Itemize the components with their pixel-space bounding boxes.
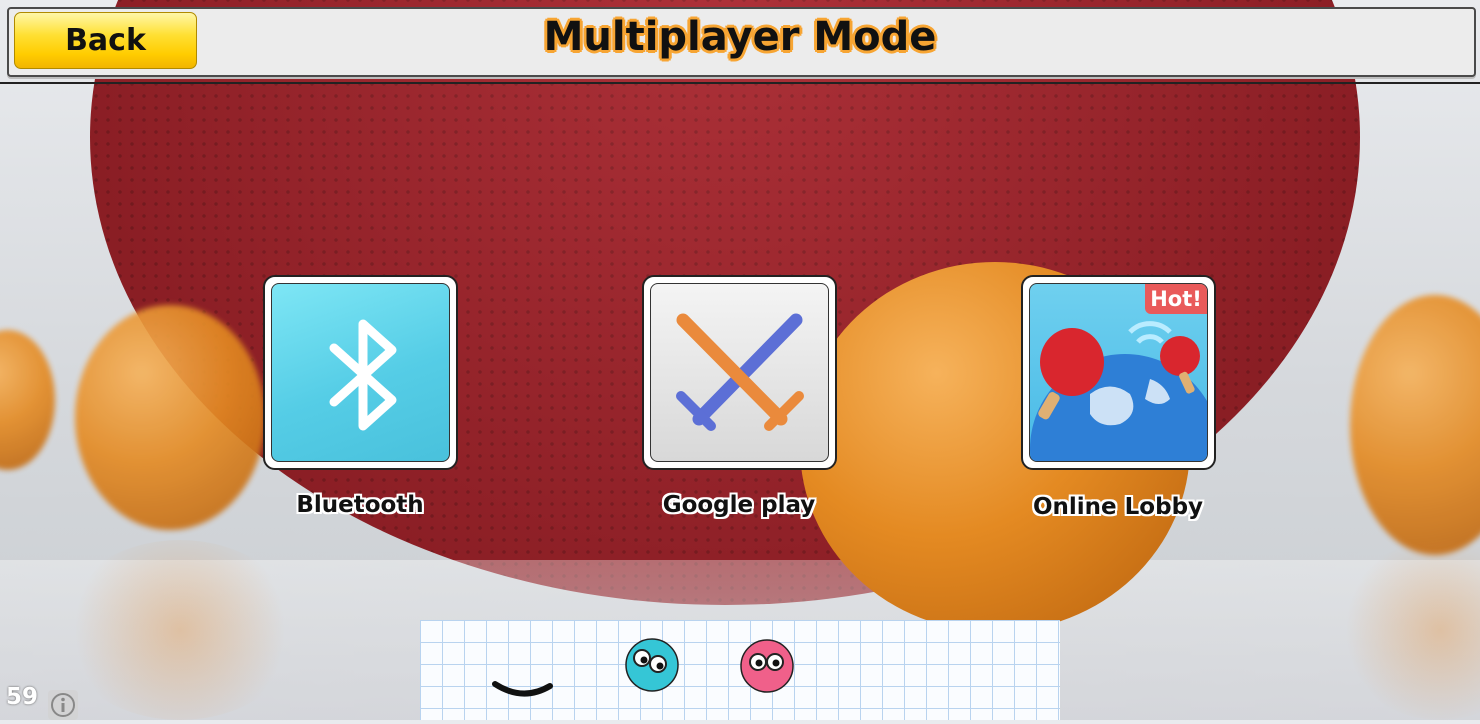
fps-counter: 59	[6, 684, 39, 710]
google-play-label: Google play	[662, 492, 816, 518]
ad-banner-art	[492, 638, 794, 697]
bluetooth-mode-button[interactable]	[263, 275, 458, 470]
background-ball	[1350, 295, 1480, 555]
online-lobby-tile-face: Hot!	[1029, 283, 1208, 462]
info-icon-glyph	[51, 693, 75, 717]
ball-reflection	[60, 540, 300, 720]
background-ball	[0, 330, 55, 470]
info-icon[interactable]	[48, 690, 78, 720]
bluetooth-label: Bluetooth	[296, 492, 424, 518]
online-lobby-label: Online Lobby	[1032, 494, 1204, 520]
google-play-tile-face	[650, 283, 829, 462]
google-play-mode-button[interactable]	[642, 275, 837, 470]
page-title: Multiplayer Mode	[543, 14, 937, 60]
ad-banner[interactable]	[420, 620, 1060, 720]
crossed-swords-icon	[676, 313, 804, 431]
bluetooth-tile-face	[271, 283, 450, 462]
online-lobby-mode-button[interactable]: Hot!	[1021, 275, 1216, 470]
top-bar-divider	[0, 82, 1480, 84]
bluetooth-icon	[329, 319, 397, 431]
hot-badge: Hot!	[1145, 284, 1207, 314]
